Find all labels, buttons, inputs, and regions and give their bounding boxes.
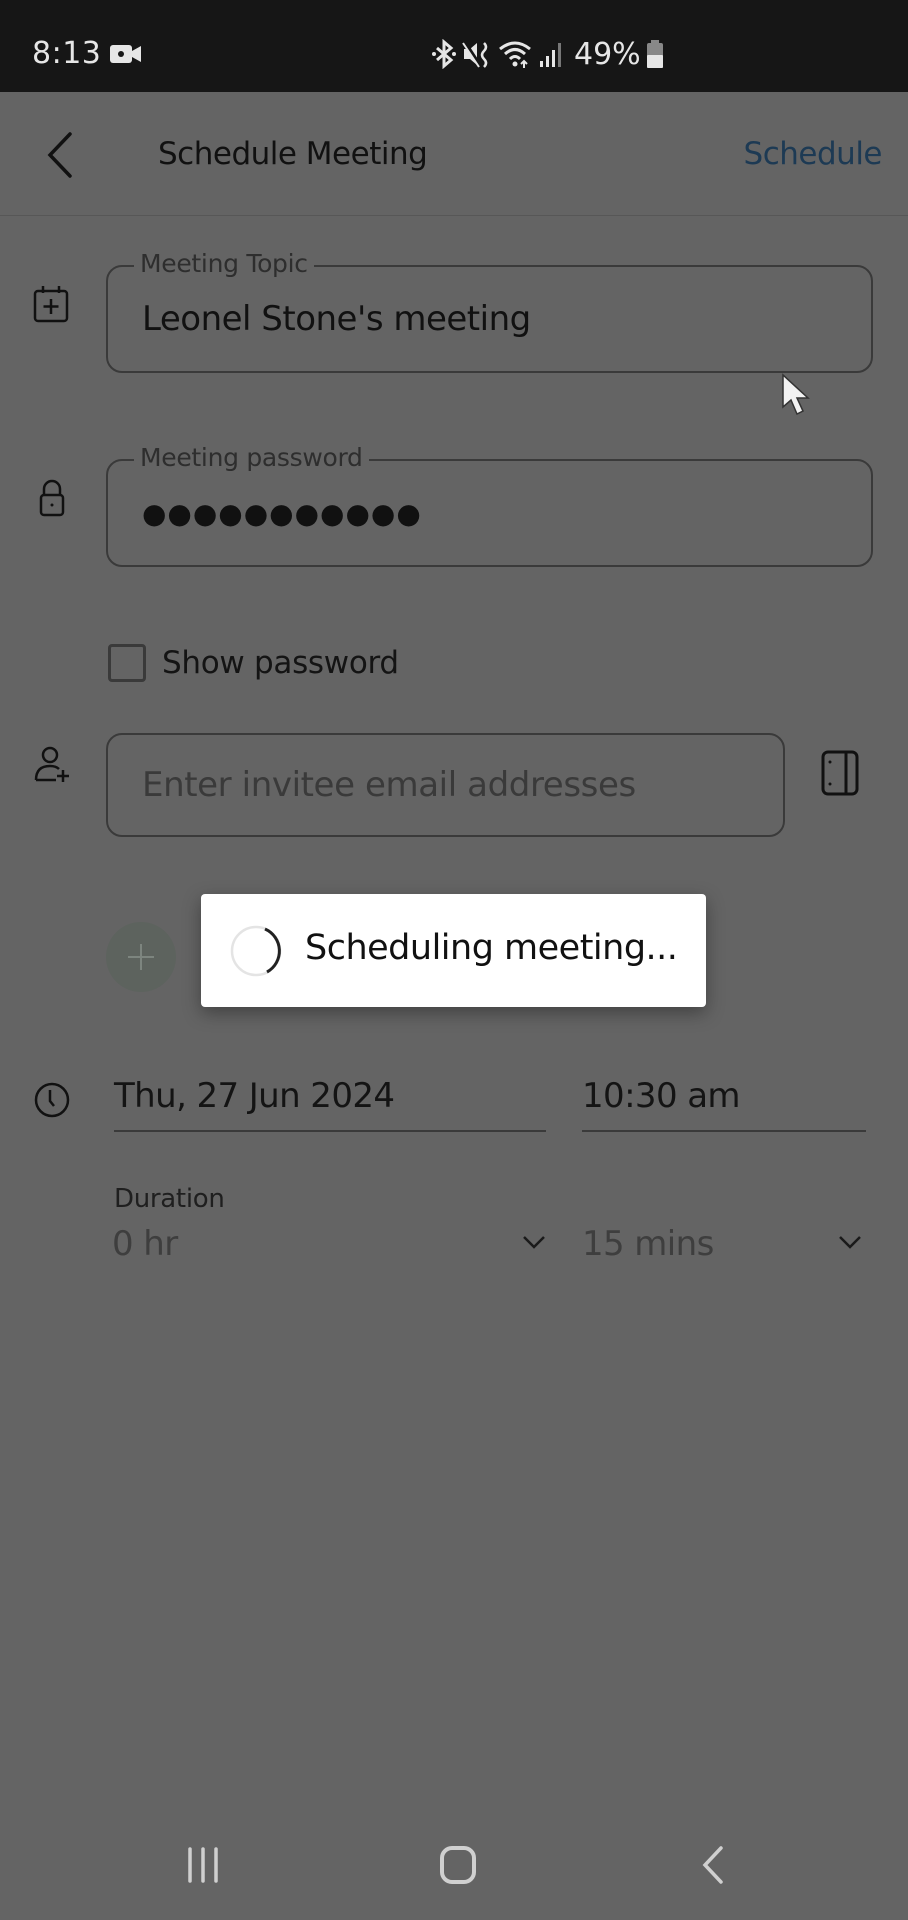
status-icons: 49% — [432, 36, 663, 72]
duration-minutes-dropdown[interactable]: 15 mins — [582, 1222, 866, 1268]
status-time: 8:13 — [32, 36, 102, 71]
chevron-down-icon — [523, 1236, 545, 1249]
page-title: Schedule Meeting — [158, 136, 428, 172]
mouse-cursor-icon — [782, 373, 810, 416]
chevron-down-icon — [839, 1236, 861, 1249]
video-recording-icon — [110, 45, 141, 63]
duration-hours-value: 0 hr — [112, 1224, 178, 1264]
duration-hours-dropdown[interactable]: 0 hr — [112, 1222, 546, 1268]
app-bar: Schedule Meeting Schedule — [0, 92, 908, 216]
home-icon — [440, 1846, 476, 1884]
recent-apps-button[interactable] — [153, 1810, 253, 1920]
clock-icon — [34, 1082, 70, 1118]
meeting-date-value: Thu, 27 Jun 2024 — [114, 1076, 395, 1116]
meeting-topic-field[interactable]: Meeting Topic Leonel Stone's meeting — [106, 249, 873, 373]
invitee-email-field[interactable] — [106, 733, 785, 837]
show-password-checkbox-row[interactable]: Show password — [108, 643, 399, 683]
meeting-password-field[interactable]: Meeting password ●●●●●●●●●●● — [106, 443, 873, 567]
add-person-icon — [34, 746, 69, 782]
back-arrow-icon[interactable] — [40, 128, 84, 182]
add-invitee-button[interactable] — [106, 922, 176, 992]
system-back-button[interactable] — [663, 1810, 763, 1920]
back-nav-icon — [702, 1846, 723, 1884]
recent-apps-icon — [188, 1847, 218, 1883]
meeting-topic-input[interactable]: Leonel Stone's meeting — [142, 299, 842, 339]
show-password-checkbox[interactable] — [108, 644, 146, 682]
signal-icon — [540, 43, 561, 67]
meeting-time-value: 10:30 am — [582, 1076, 741, 1116]
meeting-password-input[interactable]: ●●●●●●●●●●● — [142, 497, 842, 530]
scheduling-progress-dialog: Scheduling meeting... — [201, 894, 706, 1007]
plus-icon — [128, 944, 154, 970]
vibrate-mute-icon — [462, 41, 488, 68]
status-bar: 8:13 49% — [0, 0, 908, 92]
meeting-time-field[interactable]: 10:30 am — [582, 1070, 866, 1132]
show-password-label: Show password — [162, 645, 399, 681]
battery-percent: 49% — [574, 36, 641, 72]
bluetooth-icon — [432, 39, 456, 69]
duration-minutes-value: 15 mins — [582, 1224, 714, 1264]
system-nav-bar — [0, 1810, 908, 1920]
lock-icon — [39, 479, 65, 517]
schedule-button[interactable]: Schedule — [744, 136, 883, 172]
contacts-book-icon[interactable] — [818, 748, 862, 798]
home-button[interactable] — [408, 1810, 508, 1920]
meeting-topic-label: Meeting Topic — [134, 249, 314, 278]
dialog-message: Scheduling meeting... — [305, 928, 678, 968]
loading-spinner-icon — [230, 925, 282, 977]
meeting-date-field[interactable]: Thu, 27 Jun 2024 — [114, 1070, 546, 1132]
duration-label: Duration — [114, 1184, 225, 1214]
meeting-password-label: Meeting password — [134, 443, 369, 472]
calendar-add-icon — [33, 286, 69, 323]
wifi-icon — [499, 41, 531, 68]
invitee-email-input[interactable] — [142, 765, 762, 805]
battery-icon — [646, 40, 663, 68]
